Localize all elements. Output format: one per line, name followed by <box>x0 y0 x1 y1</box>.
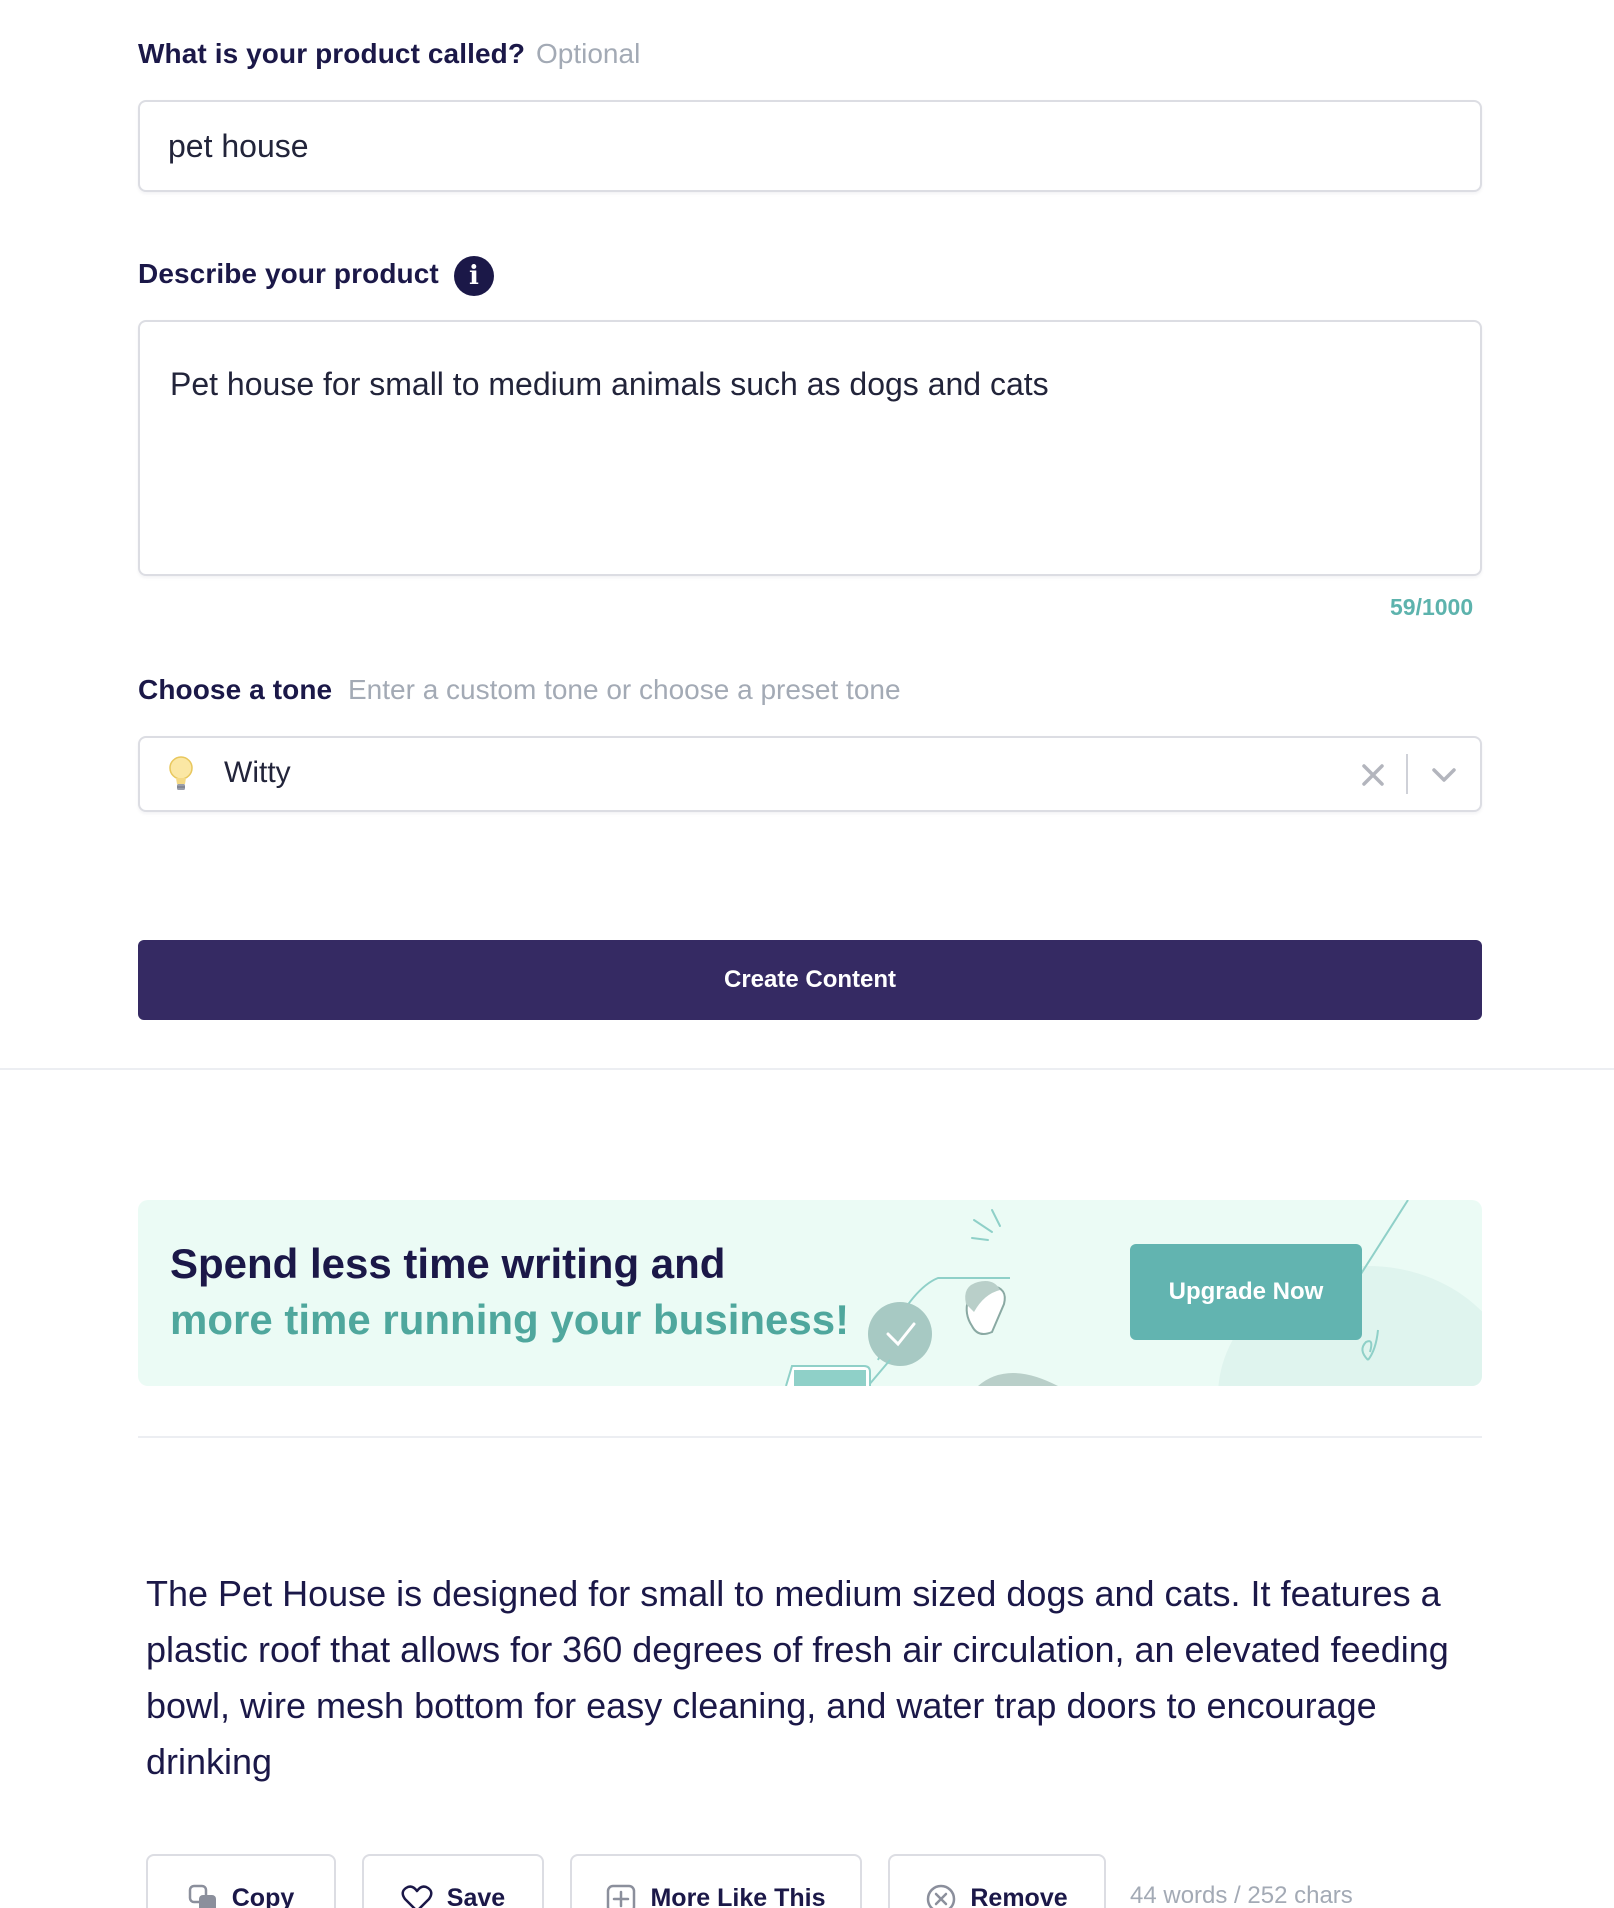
heart-icon <box>401 1884 433 1908</box>
remove-circle-icon <box>926 1884 956 1908</box>
product-name-optional-hint: Optional <box>536 38 641 69</box>
close-icon[interactable] <box>1360 762 1386 793</box>
info-icon[interactable]: i <box>454 256 494 296</box>
result-divider <box>138 1436 1482 1438</box>
character-counter: 59/1000 <box>1390 594 1474 620</box>
banner-subheadline: more time running your business! <box>170 1296 850 1343</box>
copy-icon <box>188 1884 218 1908</box>
remove-label: Remove <box>970 1884 1068 1908</box>
lightbulb-icon <box>166 754 196 799</box>
copy-label: Copy <box>231 1884 295 1908</box>
upgrade-now-button[interactable]: Upgrade Now <box>1130 1244 1362 1340</box>
product-name-label: What is your product called? <box>138 38 526 69</box>
create-content-button[interactable]: Create Content <box>138 940 1482 1020</box>
tone-value: Witty <box>224 756 291 789</box>
tone-hint: Enter a custom tone or choose a preset t… <box>348 674 901 705</box>
upgrade-banner: Spend less time writing and more time ru… <box>138 1200 1482 1386</box>
product-name-input[interactable]: pet house <box>138 100 1482 192</box>
chevron-down-icon[interactable] <box>1430 764 1458 791</box>
more-like-this-label: More Like This <box>650 1884 826 1908</box>
generated-description: The Pet House is designed for small to m… <box>146 1573 1449 1782</box>
more-like-this-button[interactable]: More Like This <box>570 1854 862 1908</box>
banner-headline: Spend less time writing and <box>170 1240 726 1287</box>
save-label: Save <box>446 1884 506 1908</box>
plus-square-icon <box>606 1884 636 1908</box>
description-value: Pet house for small to medium animals su… <box>170 366 1049 402</box>
tone-label: Choose a tone <box>138 674 333 705</box>
copy-button[interactable]: Copy <box>146 1854 336 1908</box>
tone-select[interactable]: Witty <box>138 736 1482 812</box>
remove-button[interactable]: Remove <box>888 1854 1106 1908</box>
select-separator <box>1406 754 1408 794</box>
description-textarea[interactable]: Pet house for small to medium animals su… <box>138 320 1482 576</box>
product-name-value: pet house <box>168 128 309 164</box>
section-divider <box>0 1068 1614 1070</box>
save-button[interactable]: Save <box>362 1854 544 1908</box>
word-char-count: 44 words / 252 chars <box>1130 1882 1353 1908</box>
description-label: Describe your product <box>138 258 439 289</box>
